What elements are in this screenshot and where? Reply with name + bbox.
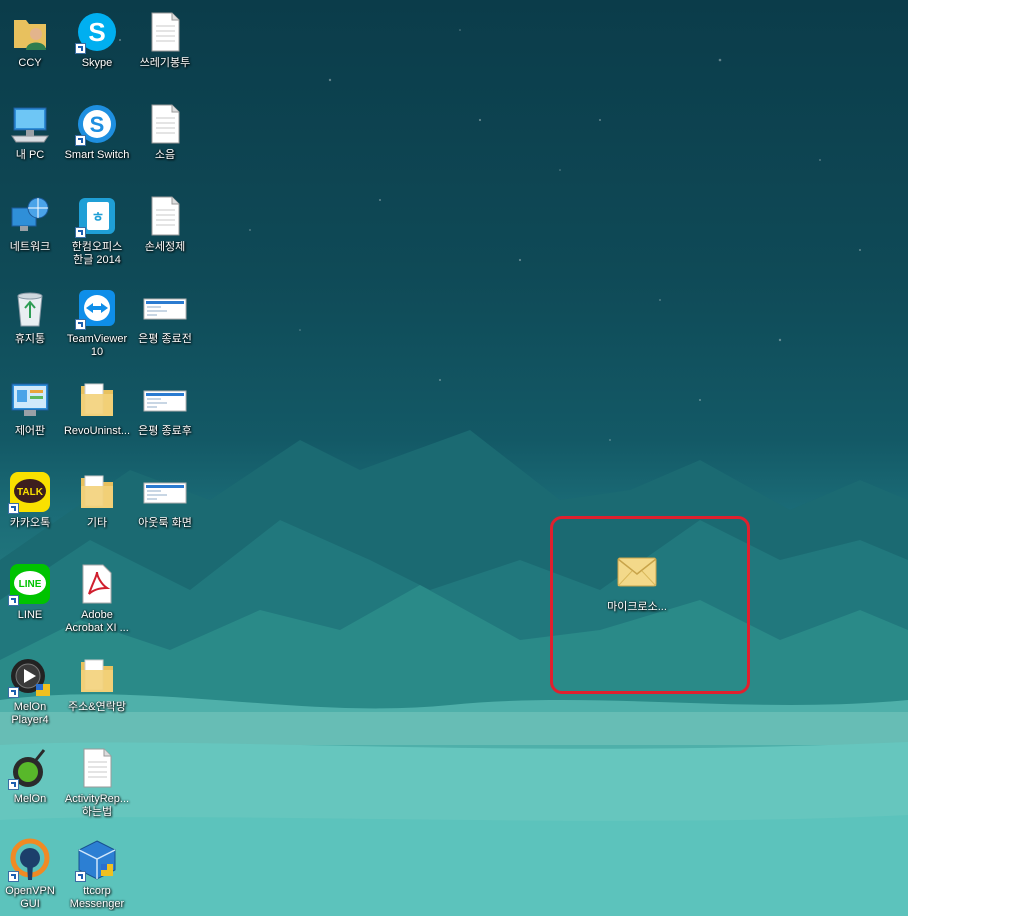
- folder-icon: [75, 378, 119, 422]
- desktop-icon-microsoft-mail[interactable]: 마이크로소...: [597, 556, 677, 642]
- text-document-icon: [75, 746, 119, 790]
- text-document-icon: [143, 10, 187, 54]
- desktop-icon[interactable]: 쓰레기봉투: [127, 6, 203, 92]
- shortcut-arrow-icon: [75, 871, 86, 882]
- desktop[interactable]: CCY S Skype 쓰레기봉투 내 PC S Smart Switch 소음 네트워크 ㅎ 한컴…: [0, 0, 908, 916]
- shortcut-arrow-icon: [75, 227, 86, 238]
- desktop-icon[interactable]: 주소&연락망: [59, 650, 135, 736]
- desktop-icon-label: 은평 종료전: [138, 333, 192, 345]
- skype-icon: S: [75, 10, 119, 54]
- desktop-icon-label: 기타: [86, 517, 108, 529]
- kakaotalk-icon: TALK: [8, 470, 52, 514]
- shortcut-arrow-icon: [75, 135, 86, 146]
- folder-icon: [75, 470, 119, 514]
- recycle-bin-icon: [8, 286, 52, 330]
- folder-icon: [75, 654, 119, 698]
- shortcut-arrow-icon: [8, 595, 19, 606]
- melon-player-icon: [8, 654, 52, 698]
- desktop-icon-label: Skype: [81, 57, 113, 69]
- desktop-icon-label: Adobe Acrobat XI ...: [65, 609, 129, 634]
- smart-switch-icon: S: [75, 102, 119, 146]
- desktop-icon[interactable]: S Smart Switch: [59, 98, 135, 184]
- desktop-icon[interactable]: MelOn Player4: [0, 650, 68, 736]
- hancom-office-icon: ㅎ: [75, 194, 119, 238]
- desktop-icon[interactable]: RevoUninst...: [59, 374, 135, 460]
- shortcut-arrow-icon: [75, 319, 86, 330]
- desktop-icon-label: TeamViewer 10: [66, 333, 128, 358]
- melon-icon: [8, 746, 52, 790]
- desktop-icon-label: 주소&연락망: [68, 701, 126, 713]
- svg-text:LINE: LINE: [19, 579, 42, 590]
- desktop-icon-label: ttcorp Messenger: [69, 885, 125, 910]
- desktop-icon[interactable]: ActivityRep... 하는법: [59, 742, 135, 828]
- desktop-icon-label: 쓰레기봉투: [139, 57, 191, 69]
- shortcut-arrow-icon: [75, 43, 86, 54]
- screenshot-image-icon: [143, 378, 187, 422]
- svg-text:ㅎ: ㅎ: [92, 209, 105, 225]
- svg-text:S: S: [88, 17, 105, 47]
- network-icon: [8, 194, 52, 238]
- desktop-icon-label: 마이크로소...: [607, 601, 667, 613]
- desktop-icon[interactable]: 은평 종료후: [127, 374, 203, 460]
- messenger-icon: [75, 838, 119, 882]
- desktop-icon[interactable]: TALK 카카오톡: [0, 466, 68, 552]
- desktop-icon-label: 은평 종료후: [138, 425, 192, 437]
- text-document-icon: [143, 194, 187, 238]
- desktop-icon[interactable]: S Skype: [59, 6, 135, 92]
- desktop-icon[interactable]: 손세정제: [127, 190, 203, 276]
- desktop-icon[interactable]: ㅎ 한컴오피스 한글 2014: [59, 190, 135, 276]
- shortcut-arrow-icon: [8, 871, 19, 882]
- desktop-icon[interactable]: 은평 종료전: [127, 282, 203, 368]
- desktop-icon-label: 한컴오피스 한글 2014: [71, 241, 123, 266]
- teamviewer-icon: [75, 286, 119, 330]
- openvpn-icon: [8, 838, 52, 882]
- svg-text:TALK: TALK: [17, 487, 44, 498]
- desktop-icon-label: Smart Switch: [64, 149, 130, 161]
- desktop-icon[interactable]: 아웃룩 화면: [127, 466, 203, 552]
- desktop-icon[interactable]: 제어판: [0, 374, 68, 460]
- desktop-icon[interactable]: TeamViewer 10: [59, 282, 135, 368]
- shortcut-arrow-icon: [8, 687, 19, 698]
- control-panel-icon: [8, 378, 52, 422]
- desktop-icon[interactable]: 기타: [59, 466, 135, 552]
- desktop-icon[interactable]: CCY: [0, 6, 68, 92]
- desktop-icon-label: 소음: [154, 149, 176, 161]
- screenshot-image-icon: [143, 470, 187, 514]
- shortcut-arrow-icon: [8, 779, 19, 790]
- text-document-icon: [143, 102, 187, 146]
- svg-text:S: S: [90, 112, 105, 137]
- adobe-acrobat-icon: [75, 562, 119, 606]
- user-folder-icon: [8, 10, 52, 54]
- mail-envelope-icon: [617, 557, 657, 587]
- shortcut-arrow-icon: [8, 503, 19, 514]
- desktop-icon-label: ActivityRep... 하는법: [64, 793, 130, 818]
- desktop-icon[interactable]: 소음: [127, 98, 203, 184]
- line-icon: LINE: [8, 562, 52, 606]
- desktop-icon-label: 아웃룩 화면: [138, 517, 192, 529]
- this-pc-icon: [8, 102, 52, 146]
- desktop-icon[interactable]: Adobe Acrobat XI ...: [59, 558, 135, 644]
- desktop-icon[interactable]: ttcorp Messenger: [59, 834, 135, 916]
- screenshot-image-icon: [143, 286, 187, 330]
- desktop-icon-label: RevoUninst...: [63, 425, 131, 437]
- desktop-icon-label: 손세정제: [144, 241, 186, 253]
- desktop-icon[interactable]: 내 PC: [0, 98, 68, 184]
